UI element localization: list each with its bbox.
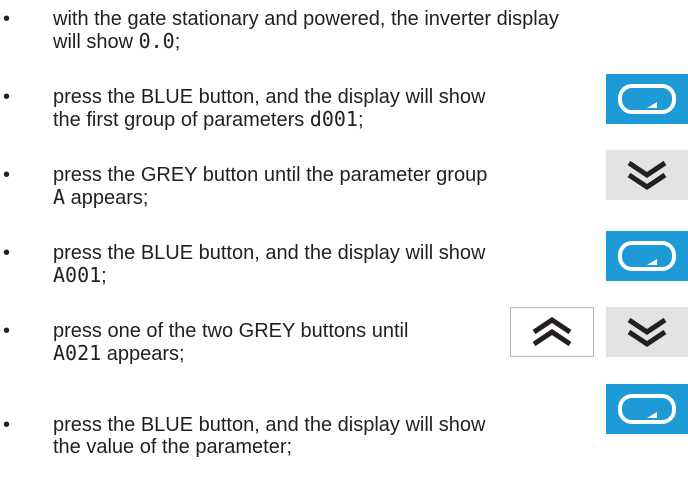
- bullet: •: [3, 320, 11, 342]
- display-code: 0.0: [138, 29, 175, 53]
- display-code: A: [53, 185, 66, 209]
- grey-down-button[interactable]: [606, 307, 688, 357]
- step-line: A appears;: [53, 186, 688, 209]
- double-chevron-up-icon: [532, 316, 572, 347]
- step-text-part: will show: [53, 31, 139, 53]
- bullet: •: [3, 414, 11, 436]
- blue-enter-button[interactable]: [606, 74, 688, 124]
- step-text: press the BLUE button, and the display w…: [53, 414, 688, 458]
- display-code: A001: [53, 263, 102, 287]
- blue-enter-button[interactable]: [606, 384, 688, 434]
- step-line: will show 0.0;: [53, 30, 688, 53]
- enter-return-icon: [618, 241, 676, 271]
- step-text-part: appears;: [65, 187, 149, 209]
- double-chevron-down-icon: [627, 160, 667, 191]
- step-text: press the BLUE button, and the display w…: [53, 242, 688, 287]
- enter-return-icon: [618, 394, 676, 424]
- step-line: press the BLUE button, and the display w…: [53, 86, 486, 108]
- double-chevron-down-icon: [627, 317, 667, 348]
- step-line: the first group of parameters d001;: [53, 108, 688, 131]
- enter-return-icon: [618, 84, 676, 114]
- bullet: •: [3, 164, 11, 186]
- step-text-part: ;: [174, 31, 181, 53]
- step-text: press the BLUE button, and the display w…: [53, 86, 688, 131]
- display-code: A021: [53, 341, 102, 365]
- step-line: the value of the parameter;: [53, 436, 293, 458]
- step-text-part: ;: [357, 109, 364, 131]
- display-code: d001: [309, 107, 358, 131]
- bullet: •: [3, 242, 11, 264]
- step-text-part: appears;: [101, 343, 185, 365]
- grey-down-button[interactable]: [606, 150, 688, 200]
- step-text: with the gate stationary and powered, th…: [53, 8, 688, 53]
- blue-enter-button[interactable]: [606, 231, 688, 281]
- bullet: •: [3, 8, 11, 30]
- step-line: press the BLUE button, and the display w…: [53, 242, 486, 264]
- step-line: A001;: [53, 264, 688, 287]
- step-line: press the BLUE button, and the display w…: [53, 414, 486, 436]
- step-line: press the GREY button until the paramete…: [53, 164, 488, 186]
- step-line: with the gate stationary and powered, th…: [53, 8, 559, 30]
- bullet: •: [3, 86, 11, 108]
- step-text-part: ;: [101, 265, 107, 287]
- grey-up-button[interactable]: [510, 307, 594, 357]
- step-text: press the GREY button until the paramete…: [53, 164, 688, 209]
- step-text-part: the first group of parameters: [53, 109, 310, 131]
